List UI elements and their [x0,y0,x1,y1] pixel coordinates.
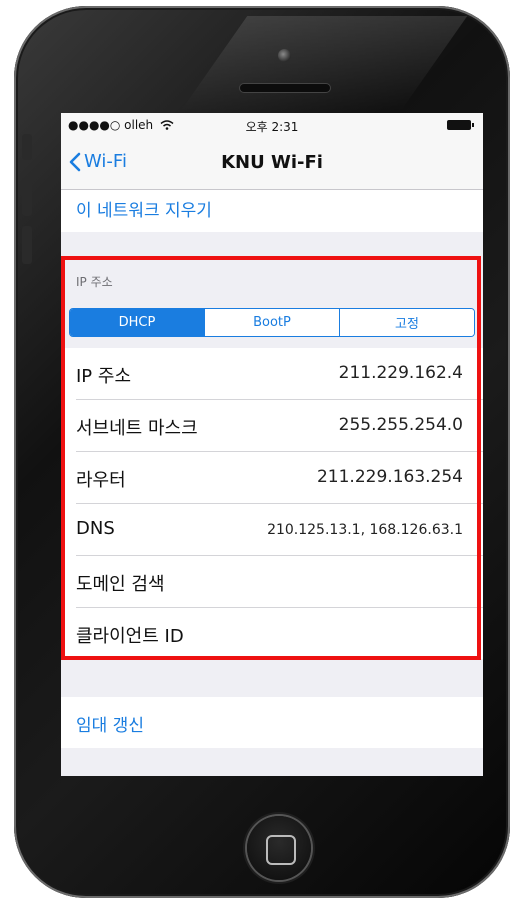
volume-up-button [22,178,32,216]
forget-network-button[interactable]: 이 네트워크 지우기 [61,190,483,232]
phone-screen: ●●●●○ olleh 오후 2:31 Wi-Fi KNU Wi-Fi 이 네트… [61,113,483,776]
status-bar: ●●●●○ olleh 오후 2:31 [61,113,483,137]
dns-row[interactable]: DNS 210.125.13.1, 168.126.63.1 [76,504,483,556]
row-value: 211.229.162.4 [338,363,463,383]
row-label: DNS [76,518,115,539]
volume-down-button [22,226,32,264]
renew-lease-button[interactable]: 임대 갱신 [61,697,483,748]
row-label: IP 주소 [76,366,132,387]
ip-mode-segmented-control: DHCP BootP 고정 [69,308,475,337]
page-title: KNU Wi-Fi [221,152,323,173]
router-row: 라우터 211.229.163.254 [76,452,483,504]
renew-lease-label: 임대 갱신 [76,716,144,736]
status-time: 오후 2:31 [245,120,299,134]
segment-static[interactable]: 고정 [340,309,474,336]
forget-network-label: 이 네트워크 지우기 [76,201,212,221]
camera-icon [278,49,291,62]
segment-bootp[interactable]: BootP [205,309,340,336]
client-id-row[interactable]: 클라이언트 ID [76,608,483,659]
mute-switch [22,134,32,160]
row-value: 211.229.163.254 [316,467,463,487]
earpiece-speaker [240,84,330,92]
ip-settings-table: IP 주소 211.229.162.4 서브네트 마스크 255.255.254… [61,348,483,659]
ip-section-header: IP 주소 [76,275,113,289]
home-button[interactable] [247,816,311,880]
row-value[interactable]: 210.125.13.1, 168.126.63.1 [267,522,463,538]
navigation-bar: Wi-Fi KNU Wi-Fi [61,137,483,190]
row-label: 서브네트 마스크 [76,418,198,439]
row-label: 클라이언트 ID [76,626,184,647]
home-square-icon [266,835,296,865]
search-domains-row[interactable]: 도메인 검색 [76,556,483,608]
screen-glare [180,16,468,111]
ip-address-row: IP 주소 211.229.162.4 [76,348,483,400]
segment-dhcp[interactable]: DHCP [70,309,205,336]
row-label: 도메인 검색 [76,574,165,595]
battery-icon [447,120,474,130]
row-value: 255.255.254.0 [338,415,463,435]
row-label: 라우터 [76,470,126,491]
subnet-mask-row: 서브네트 마스크 255.255.254.0 [76,400,483,452]
